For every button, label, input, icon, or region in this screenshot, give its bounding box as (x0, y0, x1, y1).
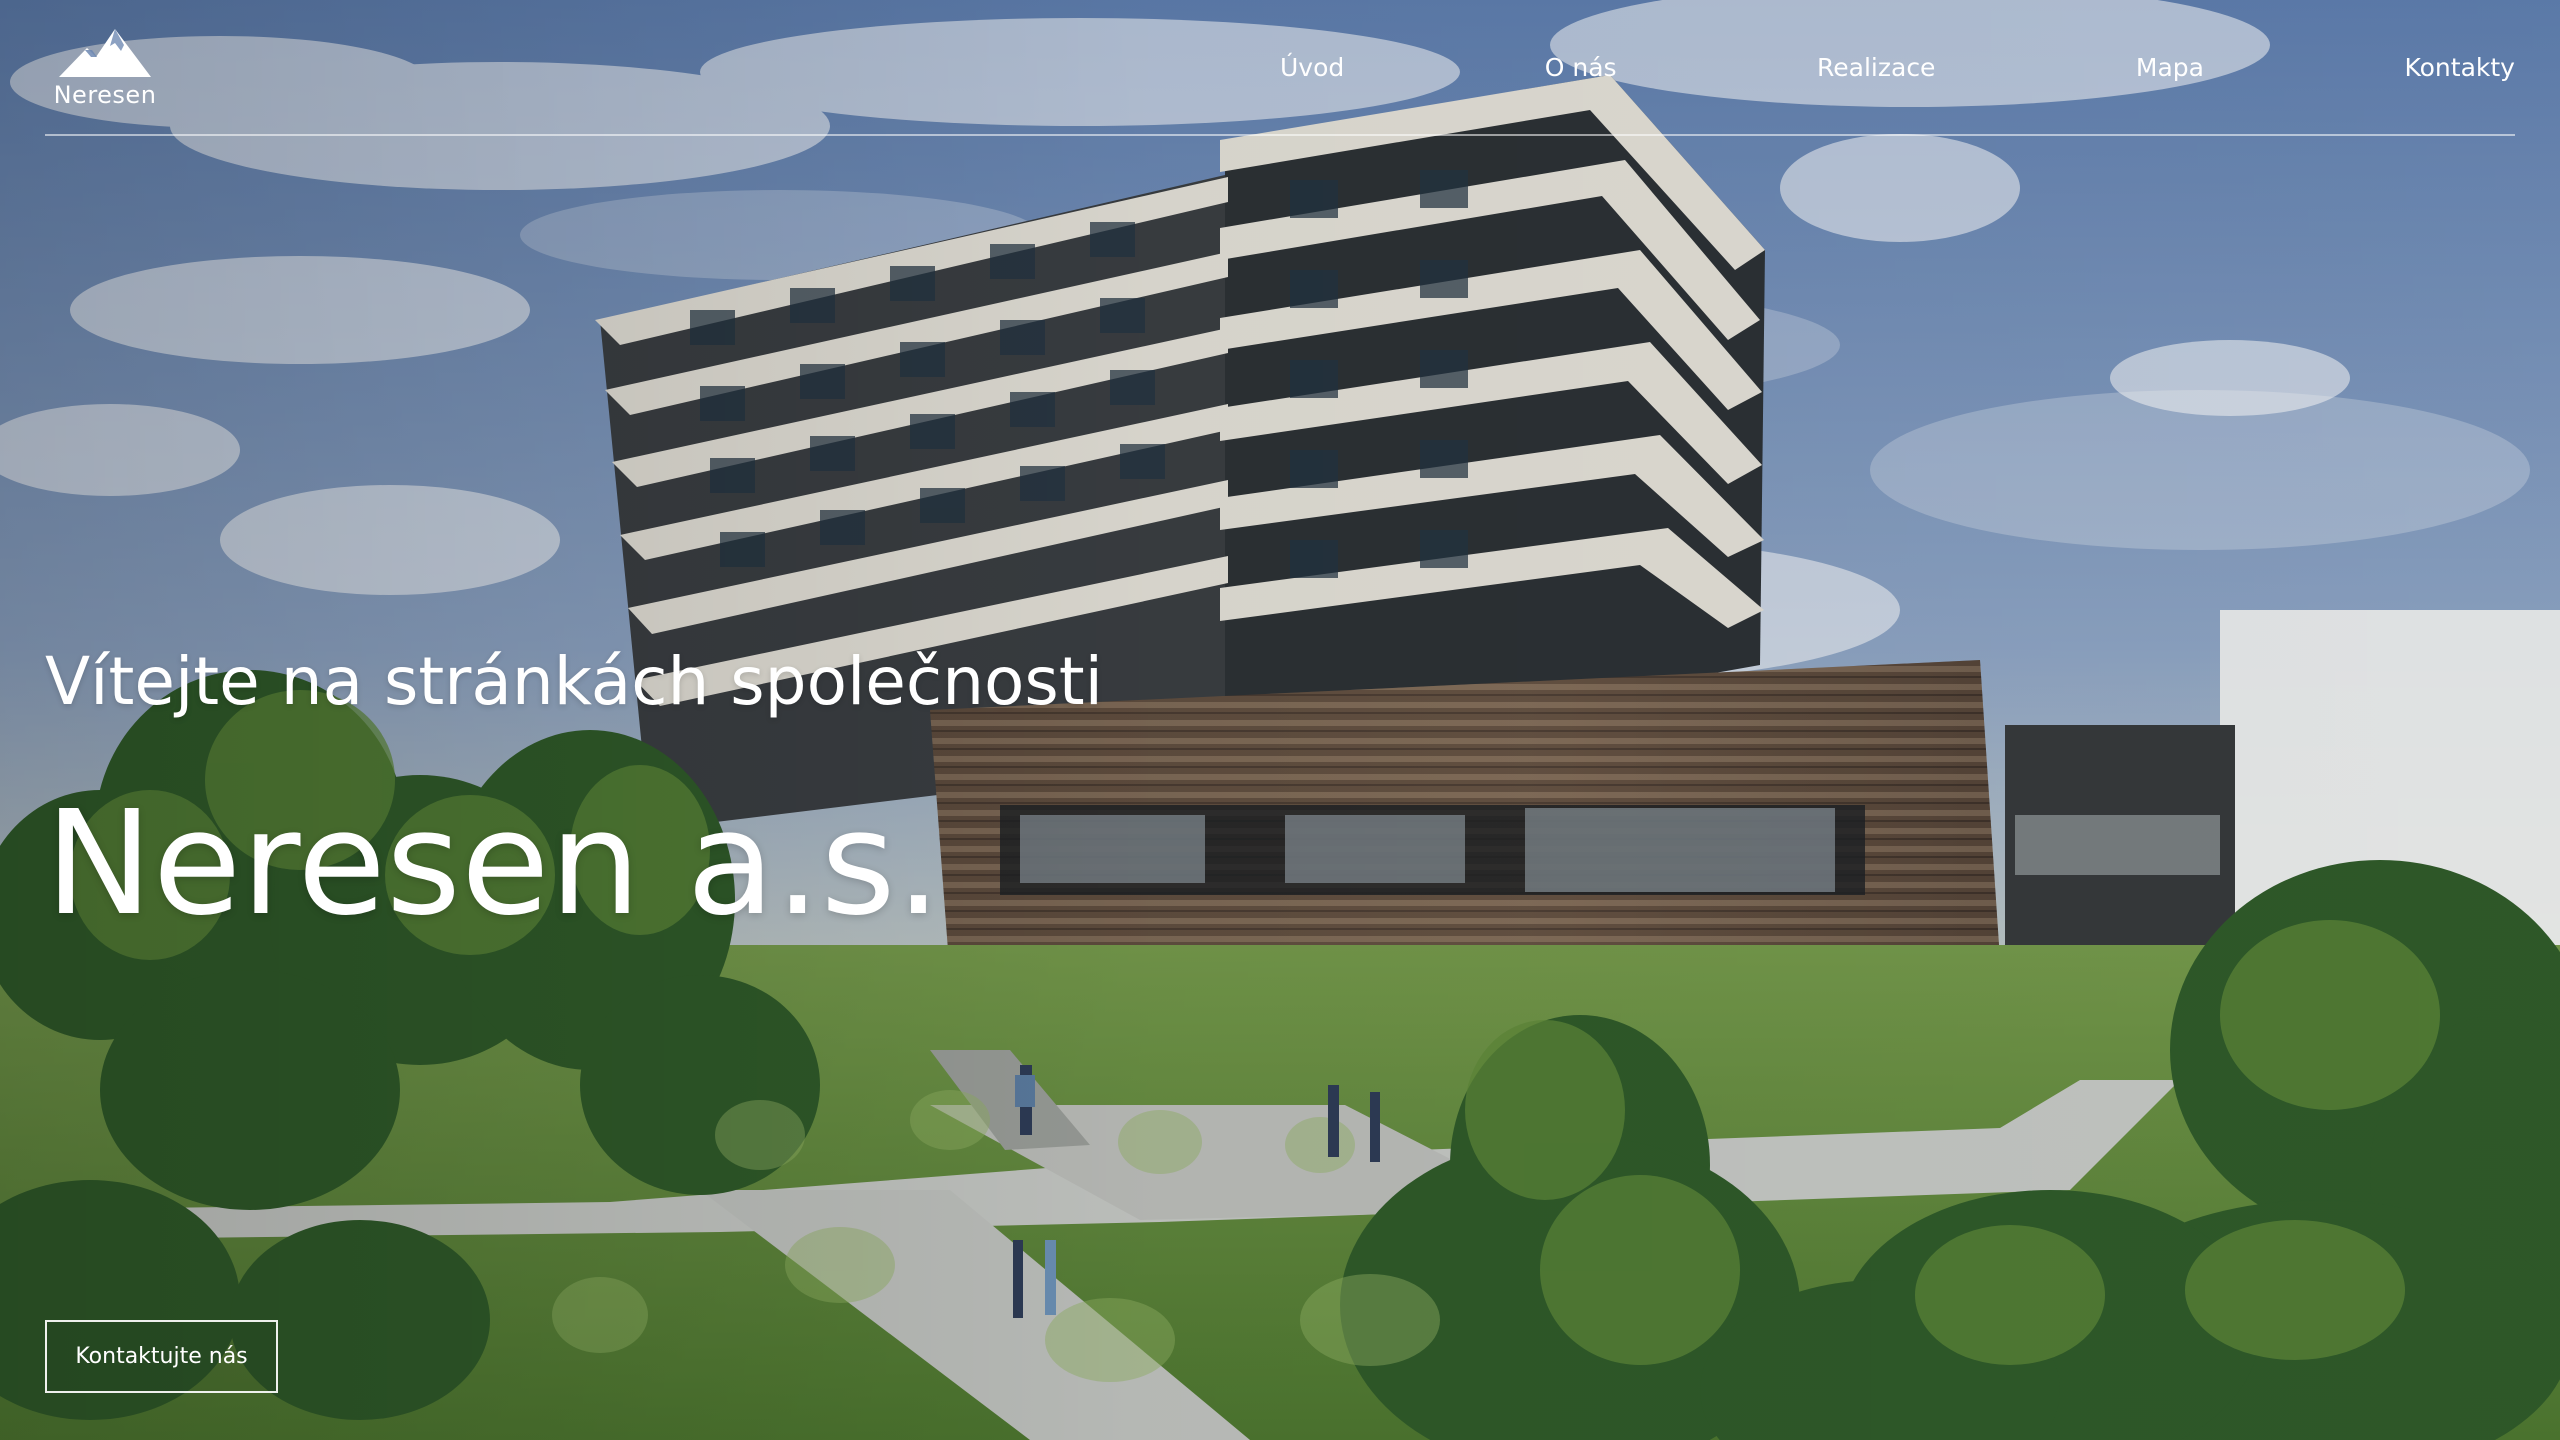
hero-section: Neresen Úvod O nás Realizace Mapa Kontak… (0, 0, 2560, 1440)
contact-us-button[interactable]: Kontaktujte nás (45, 1320, 278, 1393)
nav-item-kontakty[interactable]: Kontakty (2404, 51, 2515, 85)
main-navigation: Úvod O nás Realizace Mapa Kontakty (1280, 50, 2515, 86)
brand-logo[interactable]: Neresen (50, 26, 160, 110)
nav-item-o-nas[interactable]: O nás (1545, 51, 1617, 85)
nav-item-realizace[interactable]: Realizace (1817, 51, 1935, 85)
nav-item-uvod[interactable]: Úvod (1280, 51, 1344, 85)
welcome-heading: Vítejte na stránkách společnosti (45, 642, 1103, 720)
brand-name: Neresen (53, 81, 157, 109)
nav-item-mapa[interactable]: Mapa (2136, 51, 2204, 85)
company-title: Neresen a.s. (45, 779, 942, 948)
site-header: Neresen Úvod O nás Realizace Mapa Kontak… (45, 0, 2515, 136)
mountain-icon (59, 29, 151, 77)
